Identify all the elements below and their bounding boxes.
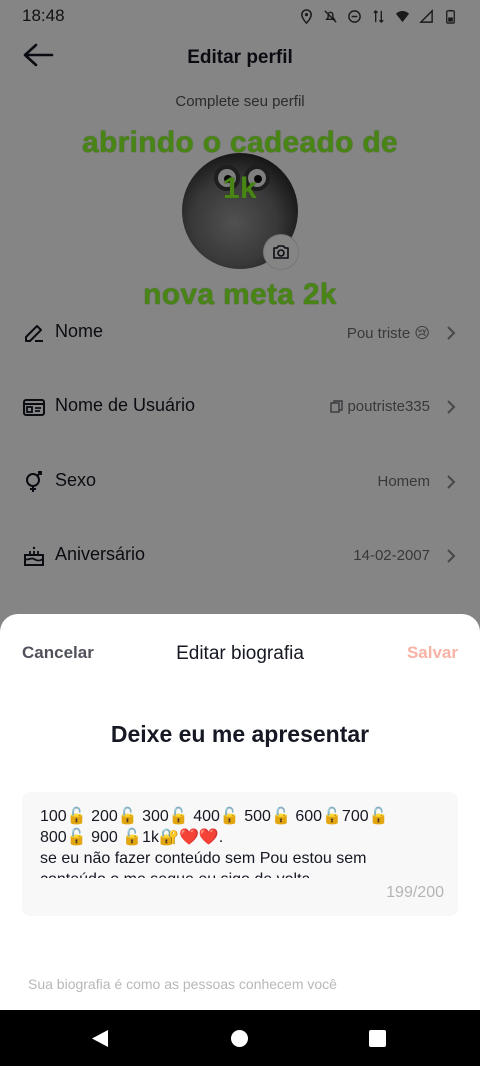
save-button[interactable]: Salvar — [407, 643, 458, 663]
char-counter: 199/200 — [386, 884, 444, 901]
sheet-heading: Deixe eu me apresentar — [110, 721, 370, 747]
nav-home-button[interactable] — [231, 1030, 248, 1047]
bio-hint: Sua biografia é como as pessoas conhecem… — [28, 976, 337, 992]
nav-back-icon[interactable] — [91, 1029, 109, 1048]
nav-recents-button[interactable] — [369, 1030, 386, 1047]
bio-text[interactable]: 100🔓 200🔓 300🔓 400🔓 500🔓 600🔓700🔓 800🔓 9… — [40, 806, 442, 878]
edit-bio-sheet: Cancelar Editar biografia Salvar Deixe e… — [0, 614, 480, 1010]
system-nav-bar — [0, 1010, 480, 1066]
screen: 18:48 Editar perfil Complete seu perfil … — [0, 0, 480, 1066]
bio-input[interactable]: 100🔓 200🔓 300🔓 400🔓 500🔓 600🔓700🔓 800🔓 9… — [22, 792, 458, 916]
